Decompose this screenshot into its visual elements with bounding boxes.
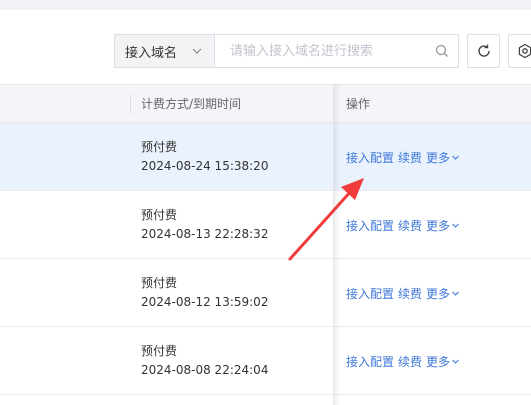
table-row: 预付费 2024-08-08 22:24:04 接入配置 续费 更多	[0, 327, 531, 395]
billing-type: 预付费	[141, 276, 178, 290]
column-header-operations: 操作	[346, 97, 371, 111]
access-config-link[interactable]: 接入配置	[346, 353, 394, 370]
settings-button[interactable]	[508, 34, 531, 68]
row-actions: 接入配置 续费 更多	[346, 285, 460, 302]
access-config-link[interactable]: 接入配置	[346, 217, 394, 234]
gear-icon	[517, 43, 531, 59]
more-dropdown[interactable]: 更多	[426, 285, 450, 302]
table-header: 计费方式/到期时间 操作	[0, 84, 531, 123]
renew-link[interactable]: 续费	[398, 285, 422, 302]
table-row: 预付费 2024-08-13 22:28:32 接入配置 续费 更多	[0, 191, 531, 259]
column-divider	[130, 94, 131, 114]
table-row: 预付费 2024-08-12 13:59:02 接入配置 续费 更多	[0, 259, 531, 327]
search-field-select-label: 接入域名	[125, 45, 178, 61]
chevron-down-icon	[451, 289, 460, 298]
access-config-link[interactable]: 接入配置	[346, 149, 394, 166]
more-dropdown[interactable]: 更多	[426, 149, 450, 166]
expiry-time: 2024-08-12 13:59:02	[141, 295, 269, 309]
top-strip	[0, 0, 531, 10]
renew-link[interactable]: 续费	[398, 149, 422, 166]
search-group: 接入域名	[114, 34, 459, 68]
refresh-icon	[476, 43, 492, 59]
search-input[interactable]	[215, 35, 426, 67]
billing-type: 预付费	[141, 208, 178, 222]
billing-type: 预付费	[141, 140, 178, 154]
row-actions: 接入配置 续费 更多	[346, 217, 460, 234]
chevron-down-icon	[191, 45, 203, 57]
chevron-down-icon	[451, 357, 460, 366]
refresh-button[interactable]	[467, 34, 500, 68]
expiry-time: 2024-08-13 22:28:32	[141, 227, 269, 241]
search-field-select[interactable]: 接入域名	[115, 35, 215, 67]
renew-link[interactable]: 续费	[398, 217, 422, 234]
renew-link[interactable]: 续费	[398, 353, 422, 370]
search-icon[interactable]	[426, 35, 458, 67]
table-row: 预付费 2024-08-24 15:38:20 接入配置 续费 更多	[0, 123, 531, 191]
instance-table: 计费方式/到期时间 操作 预付费 2024-08-24 15:38:20 接入配…	[0, 84, 531, 405]
expiry-time: 2024-08-24 15:38:20	[141, 159, 269, 173]
chevron-down-icon	[451, 221, 460, 230]
row-actions: 接入配置 续费 更多	[346, 149, 460, 166]
more-dropdown[interactable]: 更多	[426, 353, 450, 370]
more-dropdown[interactable]: 更多	[426, 217, 450, 234]
toolbar: 接入域名	[0, 10, 531, 84]
fixed-column-border	[333, 84, 334, 405]
column-header-billing: 计费方式/到期时间	[141, 97, 242, 111]
chevron-down-icon	[451, 153, 460, 162]
expiry-time: 2024-08-08 22:24:04	[141, 363, 269, 377]
billing-type: 预付费	[141, 344, 178, 358]
access-config-link[interactable]: 接入配置	[346, 285, 394, 302]
row-actions: 接入配置 续费 更多	[346, 353, 460, 370]
